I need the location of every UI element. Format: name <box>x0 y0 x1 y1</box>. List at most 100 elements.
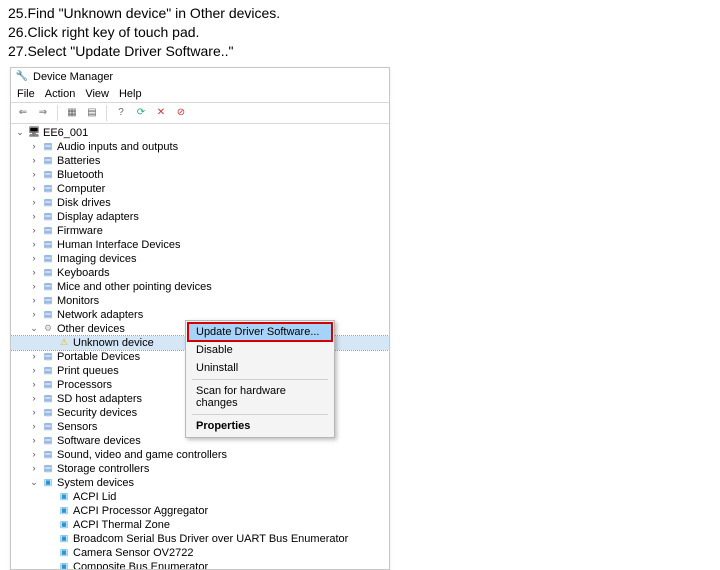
expander-icon[interactable]: › <box>29 464 39 474</box>
sdhost-icon <box>41 393 55 405</box>
tree-category-audio[interactable]: ›Audio inputs and outputs <box>11 140 389 154</box>
expander-icon[interactable]: › <box>29 422 39 432</box>
tree-item-camera[interactable]: Camera Sensor OV2722 <box>11 546 389 560</box>
expander-icon[interactable]: › <box>29 226 39 236</box>
menu-properties[interactable]: Properties <box>188 417 332 435</box>
tree-category-imaging[interactable]: ›Imaging devices <box>11 252 389 266</box>
portable-icon <box>41 351 55 363</box>
toolbar: ⇐ ⇒ ▦ ▤ ? ⟳ ✕ ⊘ <box>11 102 389 124</box>
tree-category-firmware[interactable]: ›Firmware <box>11 224 389 238</box>
tree-category-sound[interactable]: ›Sound, video and game controllers <box>11 448 389 462</box>
device-icon <box>57 505 71 517</box>
device-icon <box>57 491 71 503</box>
tree-category-mice[interactable]: ›Mice and other pointing devices <box>11 280 389 294</box>
tree-item-broadcom[interactable]: Broadcom Serial Bus Driver over UART Bus… <box>11 532 389 546</box>
expander-icon[interactable]: › <box>29 450 39 460</box>
window-titlebar: Device Manager <box>11 68 389 86</box>
menu-scan-hardware[interactable]: Scan for hardware changes <box>188 382 332 412</box>
tree-root[interactable]: ⌄ EE6_001 <box>11 126 389 140</box>
expander-icon[interactable]: ⌄ <box>29 324 39 334</box>
menu-separator <box>192 379 328 380</box>
menu-view[interactable]: View <box>85 88 109 100</box>
expander-icon[interactable]: › <box>29 366 39 376</box>
menu-separator <box>192 414 328 415</box>
disk-icon <box>41 197 55 209</box>
tree-category-batteries[interactable]: ›Batteries <box>11 154 389 168</box>
software-icon <box>41 435 55 447</box>
expander-icon[interactable]: › <box>29 156 39 166</box>
back-button[interactable]: ⇐ <box>15 105 31 121</box>
menu-disable[interactable]: Disable <box>188 341 332 359</box>
expander-icon[interactable]: › <box>29 170 39 180</box>
menu-uninstall[interactable]: Uninstall <box>188 359 332 377</box>
expander-icon[interactable]: ⌄ <box>15 128 25 138</box>
menubar: File Action View Help <box>11 86 389 102</box>
expander-icon[interactable]: › <box>29 184 39 194</box>
toolbar-separator <box>57 105 58 121</box>
instruction-text: 25.Find "Unknown device" in Other device… <box>0 0 720 67</box>
other-devices-icon <box>41 323 55 335</box>
expander-icon[interactable]: › <box>29 310 39 320</box>
network-icon <box>41 309 55 321</box>
tree-item-acpi-proc[interactable]: ACPI Processor Aggregator <box>11 504 389 518</box>
tree-category-storage[interactable]: ›Storage controllers <box>11 462 389 476</box>
expander-icon[interactable]: › <box>29 394 39 404</box>
stop-button[interactable]: ⊘ <box>173 105 189 121</box>
device-manager-window: Device Manager File Action View Help ⇐ ⇒… <box>10 67 390 570</box>
monitor-icon <box>41 295 55 307</box>
hid-icon <box>41 239 55 251</box>
tree-category-disk[interactable]: ›Disk drives <box>11 196 389 210</box>
computer-cat-icon <box>41 183 55 195</box>
instruction-26: 26.Click right key of touch pad. <box>8 23 712 42</box>
expander-icon[interactable]: › <box>29 142 39 152</box>
tree-item-acpi-thermal[interactable]: ACPI Thermal Zone <box>11 518 389 532</box>
window-title: Device Manager <box>33 71 113 83</box>
expander-icon[interactable]: › <box>29 254 39 264</box>
sensors-icon <box>41 421 55 433</box>
help-button[interactable]: ? <box>113 105 129 121</box>
keyboard-icon <box>41 267 55 279</box>
expander-icon[interactable]: › <box>29 212 39 222</box>
view-button[interactable]: ▦ <box>64 105 80 121</box>
instruction-27: 27.Select "Update Driver Software.." <box>8 42 712 61</box>
tree-item-acpi-lid[interactable]: ACPI Lid <box>11 490 389 504</box>
tree-category-system[interactable]: ⌄System devices <box>11 476 389 490</box>
system-icon <box>41 477 55 489</box>
tree-category-display[interactable]: ›Display adapters <box>11 210 389 224</box>
expander-icon[interactable]: ⌄ <box>29 478 39 488</box>
menu-help[interactable]: Help <box>119 88 142 100</box>
expander-icon[interactable]: › <box>29 240 39 250</box>
processor-icon <box>41 379 55 391</box>
menu-update-driver[interactable]: Update Driver Software... <box>188 323 332 341</box>
expander-icon[interactable]: › <box>29 408 39 418</box>
uninstall-button[interactable]: ✕ <box>153 105 169 121</box>
tree-category-keyboards[interactable]: ›Keyboards <box>11 266 389 280</box>
expander-icon[interactable]: › <box>29 296 39 306</box>
sound-icon <box>41 449 55 461</box>
expander-icon[interactable]: › <box>29 282 39 292</box>
device-icon <box>57 547 71 559</box>
scan-button[interactable]: ⟳ <box>133 105 149 121</box>
expander-icon[interactable]: › <box>29 198 39 208</box>
tree-category-computer[interactable]: ›Computer <box>11 182 389 196</box>
properties-button[interactable]: ▤ <box>84 105 100 121</box>
storage-icon <box>41 463 55 475</box>
tree-item-composite[interactable]: Composite Bus Enumerator <box>11 560 389 569</box>
expander-icon[interactable]: › <box>29 352 39 362</box>
device-icon <box>57 561 71 569</box>
tree-category-hid[interactable]: ›Human Interface Devices <box>11 238 389 252</box>
tree-category-bluetooth[interactable]: ›Bluetooth <box>11 168 389 182</box>
forward-button[interactable]: ⇒ <box>35 105 51 121</box>
audio-icon <box>41 141 55 153</box>
menu-action[interactable]: Action <box>45 88 76 100</box>
expander-icon[interactable]: › <box>29 436 39 446</box>
security-icon <box>41 407 55 419</box>
menu-file[interactable]: File <box>17 88 35 100</box>
expander-icon[interactable]: › <box>29 268 39 278</box>
bluetooth-icon <box>41 169 55 181</box>
expander-icon[interactable]: › <box>29 380 39 390</box>
tree-category-monitors[interactable]: ›Monitors <box>11 294 389 308</box>
printer-icon <box>41 365 55 377</box>
unknown-device-icon <box>57 337 71 349</box>
device-icon <box>57 533 71 545</box>
